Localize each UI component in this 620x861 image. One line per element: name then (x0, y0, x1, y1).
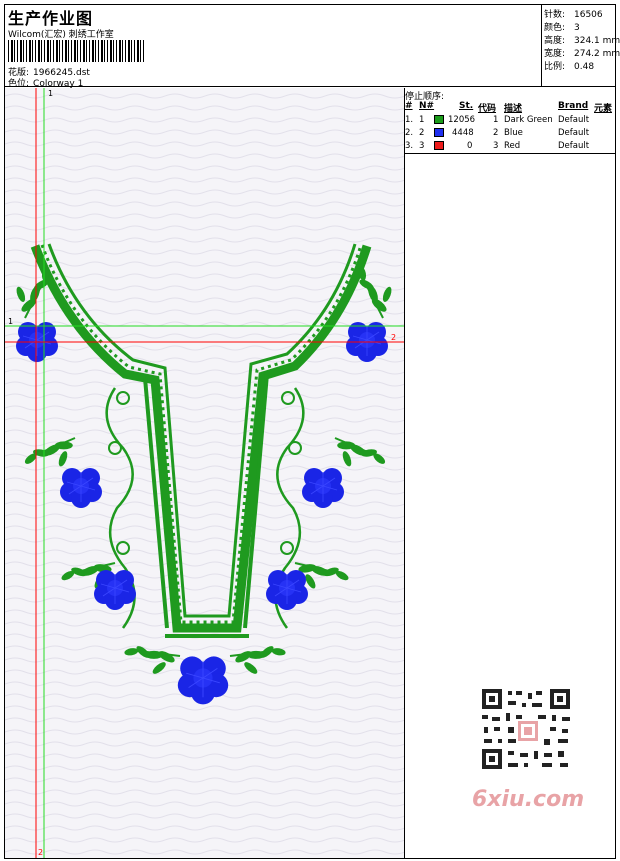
guide-label-h2: 2 (391, 333, 397, 342)
sequence-row[interactable]: 2. 2 4448 2 Blue Default (405, 127, 615, 140)
color-swatch (434, 128, 444, 137)
page-title: 生产作业图 (8, 9, 94, 28)
col-idx: # (405, 101, 413, 111)
color-swatch (434, 141, 444, 150)
sequence-table: 停止顺序: # N# St. 代码 描述 Brand 元素 1. 1 12056… (405, 88, 615, 154)
col-stitches: St. (459, 101, 474, 111)
col-desc: 描述 (504, 104, 523, 114)
guide-label-v1: 1 (48, 89, 54, 98)
color-swatch (434, 115, 444, 124)
page-subtitle: Wilcom(汇宏) 刺绣工作室 (8, 30, 114, 40)
col-element: 元素 (594, 104, 613, 114)
stat-colors: 颜色: 3 (544, 23, 580, 33)
sequence-row[interactable]: 3. 3 0 3 Red Default (405, 140, 615, 153)
stat-width: 宽度: 274.2 mm (544, 49, 620, 59)
col-code: 代码 (478, 104, 497, 114)
guide-label-v2: 2 (38, 848, 44, 857)
stats-panel: 针数: 16506 颜色: 3 高度: 324.1 mm 宽度: 274.2 mm 比例… (542, 5, 620, 87)
embroidery-design (5, 88, 404, 858)
stat-height: 高度: 324.1 mm (544, 36, 620, 46)
col-brand: Brand (558, 101, 589, 111)
header-panel: 生产作业图 Wilcom(汇宏) 刺绣工作室 花版: 1966245.dst 色位… (5, 5, 542, 89)
design-preview[interactable]: 1 1 2 2 (5, 88, 405, 858)
col-no: N# (419, 101, 435, 111)
barcode-image (8, 40, 144, 62)
watermark-text: 6xiu.com (472, 787, 585, 812)
guide-label-h1: 1 (8, 317, 14, 326)
stat-stitches: 针数: 16506 (544, 10, 603, 20)
sequence-row[interactable]: 1. 1 12056 1 Dark Green Default (405, 114, 615, 127)
qr-code-image (472, 683, 582, 775)
stat-scale: 比例: 0.48 (544, 62, 595, 72)
